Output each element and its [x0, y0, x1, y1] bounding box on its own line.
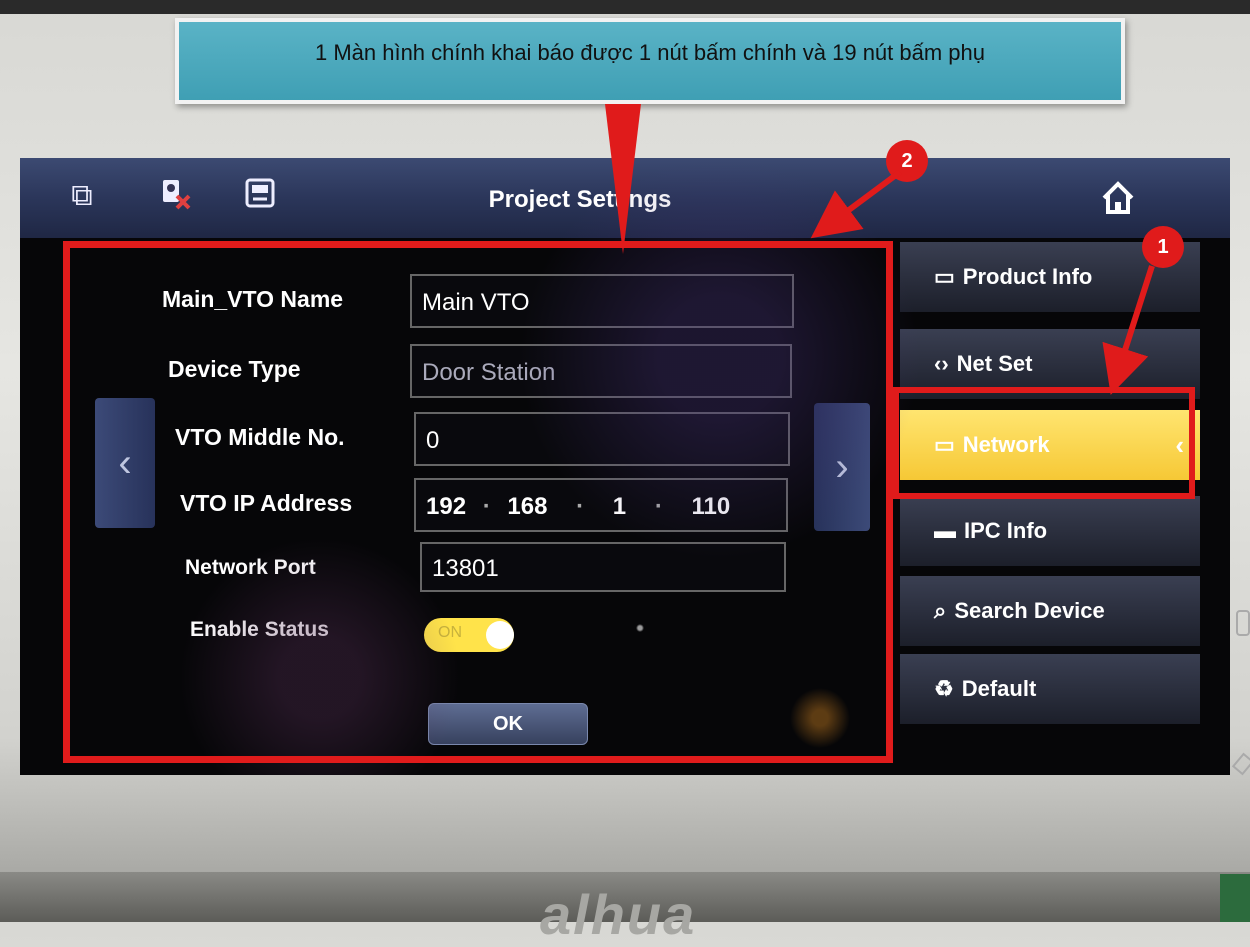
annotation-highlight-main	[63, 241, 893, 763]
page-title: Project Settings	[488, 186, 672, 213]
annotation-callout: 1 Màn hình chính khai báo được 1 nút bấm…	[175, 18, 1125, 104]
search-device-icon: ⌕	[934, 598, 947, 623]
annotation-badge-2: 2	[886, 140, 928, 182]
hardware-button-mark	[1231, 752, 1250, 776]
sidebar-item-label: Product Info	[962, 264, 1093, 289]
camera-icon: ▬	[934, 518, 956, 543]
brand-logo: alhua	[540, 883, 697, 946]
callout-pointer	[605, 104, 641, 254]
annotation-highlight-network	[893, 387, 1195, 499]
sidebar-item-label: Search Device	[954, 598, 1105, 623]
sidebar-item-ipc-info[interactable]: ▬ IPC Info	[900, 496, 1200, 566]
sidebar-item-default[interactable]: ♻ Default	[900, 654, 1200, 724]
home-icon	[1102, 181, 1134, 214]
code-icon: ‹›	[934, 351, 949, 376]
sidebar-item-label: IPC Info	[964, 518, 1048, 543]
device-bezel-top	[0, 0, 1250, 14]
home-button[interactable]	[1098, 178, 1154, 224]
annotation-badge-1: 1	[1142, 226, 1184, 268]
sidebar-item-label: Default	[961, 676, 1037, 701]
recycle-icon: ♻	[934, 676, 954, 701]
sd-card-icon[interactable]	[240, 176, 280, 216]
hardware-button-mark	[1236, 610, 1250, 636]
monitor-icon: ▭	[934, 264, 955, 289]
sidebar-item-label: Net Set	[956, 351, 1033, 376]
sidebar-item-search-device[interactable]: ⌕ Search Device	[900, 576, 1200, 646]
callout-text: 1 Màn hình chính khai báo được 1 nút bấm…	[314, 40, 986, 65]
camera-disabled-icon[interactable]	[155, 176, 195, 216]
monitor-icon[interactable]: ⧉	[62, 176, 102, 216]
decorative-corner	[1220, 874, 1250, 922]
